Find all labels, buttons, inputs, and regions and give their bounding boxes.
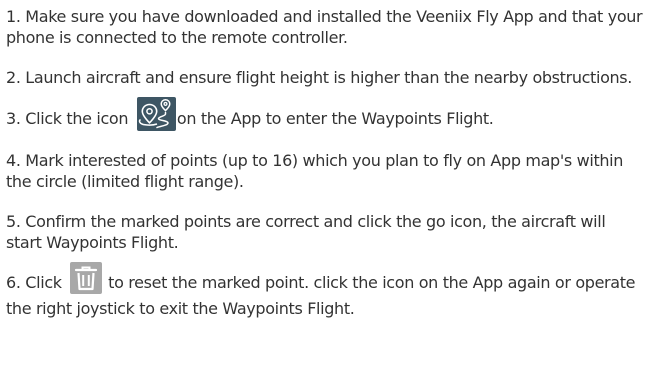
step-6: 6. Click to reset the marked point. clic… — [6, 262, 644, 319]
step-5: 5. Confirm the marked points are correct… — [6, 211, 644, 253]
step-3-text-before: 3. Click the icon — [6, 109, 133, 128]
step-3-text: 3. Click the icon on the App to enter th… — [6, 97, 644, 134]
step-1: 1. Make sure you have downloaded and ins… — [6, 6, 644, 48]
step-3-text-after: on the App to enter the Waypoints Flight… — [176, 109, 494, 128]
step-5-text: 5. Confirm the marked points are correct… — [6, 212, 606, 252]
step-6-text-before: 6. Click — [6, 273, 67, 292]
step-2: 2. Launch aircraft and ensure flight hei… — [6, 67, 644, 88]
instructions-document: 1. Make sure you have downloaded and ins… — [6, 6, 644, 338]
step-6-text: 6. Click to reset the marked point. clic… — [6, 262, 644, 319]
step-4: 4. Mark interested of points (up to 16) … — [6, 150, 644, 192]
step-3: 3. Click the icon on the App to enter th… — [6, 97, 644, 134]
waypoints-icon — [136, 97, 176, 131]
step-4-text: 4. Mark interested of points (up to 16) … — [6, 151, 624, 191]
step-2-text: 2. Launch aircraft and ensure flight hei… — [6, 68, 633, 87]
trash-icon — [70, 262, 103, 294]
step-1-text: 1. Make sure you have downloaded and ins… — [6, 7, 643, 47]
